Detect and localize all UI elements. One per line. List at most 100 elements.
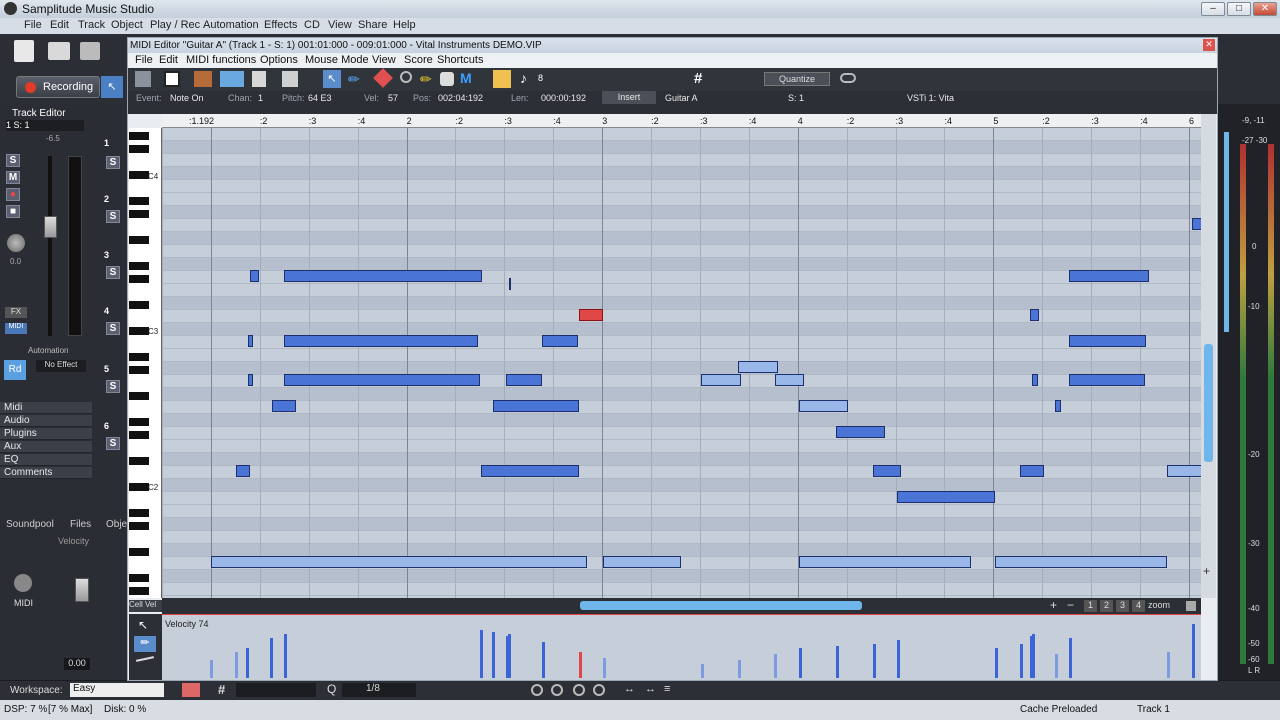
zoom-tool-icon[interactable] (400, 71, 412, 83)
fx-button[interactable]: FX (5, 307, 27, 318)
record-button[interactable]: Recording (16, 76, 100, 98)
velocity-bar[interactable] (210, 660, 213, 678)
quantize-grid-icon[interactable]: Q (327, 682, 336, 696)
midi-menu-edit[interactable]: Edit (159, 54, 178, 66)
pointer-tool-icon[interactable]: ↖ (101, 76, 123, 98)
chan-value[interactable]: 1 (258, 93, 263, 103)
piano-black-key[interactable] (129, 353, 149, 361)
velocity-bar[interactable] (836, 646, 839, 678)
minimize-button[interactable]: – (1201, 2, 1225, 16)
midi-menu-view[interactable]: View (372, 54, 396, 66)
pos-value[interactable]: 002:04:192 (438, 93, 483, 103)
fit-horizontal-icon[interactable]: ↔ (624, 683, 635, 695)
velocity-bar[interactable] (799, 648, 802, 678)
no-effect-select[interactable]: No Effect (36, 360, 86, 372)
note-length-icon[interactable]: ♪ (520, 70, 527, 86)
velocity-bar[interactable] (1020, 644, 1023, 678)
midi-menu-midi-functions[interactable]: MIDI functions (186, 54, 256, 66)
velocity-bar[interactable] (1069, 638, 1072, 678)
midi-note[interactable] (542, 335, 578, 347)
velocity-line-tool-icon[interactable] (135, 656, 155, 662)
track-4-solo[interactable]: S (106, 322, 120, 335)
grid-snap-icon[interactable] (493, 70, 511, 88)
fit-both-icon[interactable]: ↔ (645, 683, 656, 695)
midi-note[interactable] (248, 335, 253, 347)
horizontal-scrollbar[interactable]: + − 1 2 3 4 zoom (162, 598, 1201, 614)
midi-note[interactable] (738, 361, 778, 373)
piano-black-key[interactable] (129, 548, 149, 556)
track-3-solo[interactable]: S (106, 266, 120, 279)
piano-black-key[interactable] (129, 236, 149, 244)
velocity-bar[interactable] (774, 654, 777, 678)
volume-fader-handle[interactable] (44, 216, 57, 238)
midi-note[interactable] (1020, 465, 1044, 477)
midi-note[interactable] (1192, 218, 1201, 230)
midi-note-selected[interactable] (579, 309, 603, 321)
category-eq[interactable]: EQ (0, 454, 92, 466)
piano-black-key[interactable] (129, 275, 149, 283)
open-folder-icon[interactable] (48, 42, 70, 60)
velocity-bar[interactable] (1032, 634, 1035, 678)
mixer-icon[interactable] (182, 683, 200, 697)
midi-note[interactable] (509, 278, 511, 290)
track-number-1[interactable]: 1 (104, 138, 109, 148)
solo-button[interactable]: S (6, 154, 20, 167)
zoom-minus-icon[interactable]: − (1067, 598, 1074, 612)
eraser-tool-icon[interactable] (373, 68, 393, 88)
velocity-bar[interactable] (701, 664, 704, 678)
track-number-3[interactable]: 3 (104, 250, 109, 260)
close-button[interactable]: ✕ (1253, 2, 1277, 16)
tab-soundpool[interactable]: Soundpool (6, 519, 54, 530)
category-comments[interactable]: Comments (0, 467, 92, 479)
link-icon[interactable] (840, 73, 856, 83)
velocity-fader-handle[interactable] (75, 578, 89, 602)
category-midi[interactable]: Midi (0, 402, 92, 414)
piano-black-key[interactable] (129, 483, 149, 491)
track-select[interactable]: 1 S: 1 (6, 120, 84, 131)
midi-note[interactable] (284, 374, 480, 386)
velocity-bar[interactable] (492, 632, 495, 678)
piano-keyboard[interactable]: C4 C3 C2 (129, 128, 162, 598)
track-dropdown[interactable]: Guitar A (665, 93, 698, 103)
velocity-bar[interactable] (246, 648, 249, 678)
len-value[interactable]: 000:00:192 (541, 93, 586, 103)
midi-menu-options[interactable]: Options (260, 54, 298, 66)
quantize-button[interactable]: Quantize (764, 72, 830, 86)
category-plugins[interactable]: Plugins (0, 428, 92, 440)
velocity-bar[interactable] (579, 652, 582, 678)
velocity-bar[interactable] (995, 648, 998, 678)
track-number-2[interactable]: 2 (104, 194, 109, 204)
midi-menu-mouse-mode[interactable]: Mouse Mode (305, 54, 369, 66)
velocity-bar[interactable] (603, 658, 606, 678)
piano-black-key[interactable] (129, 197, 149, 205)
mute-tool-icon[interactable] (440, 72, 454, 86)
select-tool-icon[interactable]: ↖ (323, 70, 341, 88)
track-6-solo[interactable]: S (106, 437, 120, 450)
midi-note[interactable] (1167, 465, 1201, 477)
piano-black-key[interactable] (129, 171, 149, 179)
midi-note[interactable] (799, 556, 971, 568)
velocity-bar[interactable] (270, 638, 273, 678)
category-aux[interactable]: Aux (0, 441, 92, 453)
midi-note[interactable] (1069, 335, 1146, 347)
controller-view-icon[interactable] (252, 71, 266, 87)
maximize-button[interactable]: □ (1227, 2, 1251, 16)
piano-black-key[interactable] (129, 522, 149, 530)
piano-roll-grid[interactable] (162, 128, 1201, 598)
midi-note[interactable] (701, 374, 741, 386)
midi-note[interactable] (250, 270, 259, 282)
piano-black-key[interactable] (129, 262, 149, 270)
track-number-5[interactable]: 5 (104, 364, 109, 374)
midi-note[interactable] (1055, 400, 1061, 412)
velocity-bar[interactable] (738, 660, 741, 678)
zoom-plus-icon[interactable]: + (1050, 598, 1057, 612)
piano-black-key[interactable] (129, 366, 149, 374)
piano-black-key[interactable] (129, 431, 149, 439)
piano-black-key[interactable] (129, 210, 149, 218)
lock-button[interactable]: ■ (6, 205, 20, 218)
zoom-fit-icon[interactable] (573, 684, 585, 696)
velocity-select-tool-icon[interactable]: ↖ (138, 618, 148, 632)
tab-files[interactable]: Files (70, 519, 91, 530)
menu-effects[interactable]: Effects (264, 19, 297, 31)
midi-note[interactable] (481, 465, 579, 477)
